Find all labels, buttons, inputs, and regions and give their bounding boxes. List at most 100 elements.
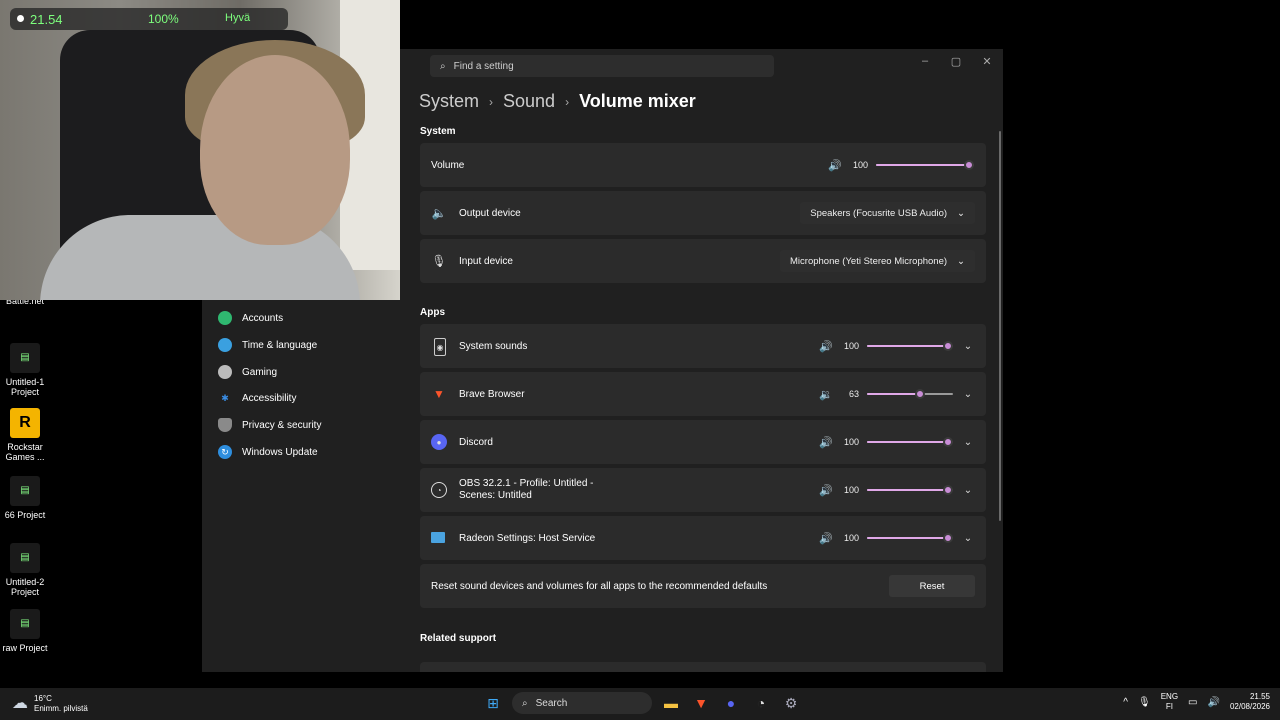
desktop-icon-label: Untitled-1 Project <box>5 377 45 397</box>
app-name: Discord <box>459 436 493 448</box>
chevron-right-icon: › <box>565 94 570 109</box>
start-button[interactable]: ⊞ <box>482 692 504 714</box>
search-icon: ⌕ <box>522 697 528 709</box>
related-support-row[interactable] <box>420 662 986 672</box>
app-volume-slider[interactable] <box>867 531 953 545</box>
speaker-icon[interactable]: 🔊 <box>819 484 833 497</box>
app-volume-value: 100 <box>843 533 859 543</box>
nav-item-accessibility[interactable]: ✱ Accessibility <box>218 387 296 409</box>
expand-chevron-icon[interactable]: ⌄ <box>961 341 975 352</box>
scrollbar[interactable] <box>999 131 1001 521</box>
output-device-dropdown[interactable]: Speakers (Focusrite USB Audio) ⌄ <box>800 202 975 224</box>
weather-widget[interactable]: ☁ 16°C Enimm. pilvistä <box>12 694 88 714</box>
chevron-right-icon: › <box>489 94 494 109</box>
language-indicator[interactable]: ENG FI <box>1161 692 1178 712</box>
desktop-icon-untitled1[interactable]: ▤ Untitled-1 Project <box>0 343 55 397</box>
minimize-button[interactable]: – <box>917 55 933 67</box>
refresh-icon: ↻ <box>218 445 232 459</box>
microphone-icon[interactable]: 🎙 <box>1138 697 1151 708</box>
nav-item-gaming[interactable]: Gaming <box>218 361 277 383</box>
maximize-button[interactable]: ▢ <box>948 55 964 68</box>
microphone-icon: 🎙 <box>431 254 447 268</box>
discord-icon[interactable]: ● <box>720 692 742 714</box>
desktop-icon-raw-project[interactable]: ▤ raw Project <box>0 609 55 653</box>
speaker-icon[interactable]: 🔊 <box>819 532 833 545</box>
breadcrumb-sound[interactable]: Sound <box>503 91 555 112</box>
desktop-icon-rockstar[interactable]: R Rockstar Games ... <box>0 408 55 462</box>
app-volume-slider[interactable] <box>867 483 953 497</box>
app-name: System sounds <box>459 340 528 352</box>
weather-temp: 16°C <box>34 694 52 703</box>
nav-item-label: Gaming <box>242 366 278 378</box>
app-row-system-sounds: ◉ System sounds 🔊 100 ⌄ <box>420 324 986 368</box>
radeon-icon <box>431 532 445 543</box>
speaker-icon[interactable]: 🔉 <box>819 388 833 401</box>
settings-gear-icon[interactable]: ⚙ <box>780 692 802 714</box>
volume-row: Volume 🔊 100 <box>420 143 986 187</box>
breadcrumb-system[interactable]: System <box>419 91 479 112</box>
app-volume-value: 100 <box>843 437 859 447</box>
search-input[interactable]: ⌕ Find a setting <box>430 55 774 77</box>
desktop-icon-66-project[interactable]: ▤ 66 Project <box>0 476 55 520</box>
speaker-icon[interactable]: 🔊 <box>1208 697 1220 708</box>
taskbar-search[interactable]: ⌕ Search <box>512 692 652 714</box>
discord-icon: ● <box>431 434 447 450</box>
brave-icon[interactable]: ▼ <box>690 692 712 714</box>
speaker-icon[interactable]: 🔊 <box>828 159 842 172</box>
speaker-icon: 🔈 <box>431 206 447 220</box>
speaker-icon[interactable]: 🔊 <box>819 340 833 353</box>
file-explorer-icon[interactable]: ▬ <box>660 692 682 714</box>
obs-icon[interactable]: ◔ <box>750 692 772 714</box>
app-volume-slider[interactable] <box>867 339 953 353</box>
search-icon: ⌕ <box>440 60 446 72</box>
app-row-obs: ◔ OBS 32.2.1 - Profile: Untitled - Scene… <box>420 468 986 512</box>
chevron-down-icon: ⌄ <box>957 207 965 219</box>
app-volume-value: 100 <box>843 485 859 495</box>
input-device-dropdown[interactable]: Microphone (Yeti Stereo Microphone) ⌄ <box>780 250 975 272</box>
output-device-row: 🔈 Output device Speakers (Focusrite USB … <box>420 191 986 235</box>
breadcrumb: System › Sound › Volume mixer <box>419 91 696 112</box>
rockstar-icon: R <box>10 408 40 438</box>
network-icon[interactable]: ▭ <box>1188 697 1197 708</box>
desktop-icon-label: Untitled-2 Project <box>5 577 45 597</box>
keyboard-layout: FI <box>1165 702 1173 711</box>
speaker-icon[interactable]: 🔊 <box>819 436 833 449</box>
nav-item-time-language[interactable]: Time & language <box>218 334 317 356</box>
master-volume-slider[interactable] <box>876 158 974 172</box>
desktop-icon-untitled2[interactable]: ▤ Untitled-2 Project <box>0 543 55 597</box>
reset-button[interactable]: Reset <box>889 575 975 597</box>
input-device-value: Microphone (Yeti Stereo Microphone) <box>790 255 948 267</box>
section-heading-apps: Apps <box>420 307 445 318</box>
clock-time: 21.55 <box>1249 692 1270 701</box>
expand-chevron-icon[interactable]: ⌄ <box>961 389 975 400</box>
app-row-brave: ▼ Brave Browser 🔉 63 ⌄ <box>420 372 986 416</box>
settings-window: ⌕ Find a setting – ▢ ✕ System › Sound › … <box>400 49 1003 672</box>
app-name: Brave Browser <box>459 388 525 400</box>
expand-chevron-icon[interactable]: ⌄ <box>961 485 975 496</box>
output-device-label: Output device <box>459 207 521 219</box>
taskbar-search-label: Search <box>535 697 568 709</box>
close-button[interactable]: ✕ <box>979 55 995 68</box>
taskbar: ☁ 16°C Enimm. pilvistä ⊞ ⌕ Search ▬ ▼ ● … <box>0 688 1280 720</box>
phone-time: 21.54 <box>30 12 63 27</box>
project-file-icon: ▤ <box>10 543 40 573</box>
app-row-discord: ● Discord 🔊 100 ⌄ <box>420 420 986 464</box>
app-volume-slider[interactable] <box>867 435 953 449</box>
desktop-icon-label: raw Project <box>2 643 48 653</box>
expand-chevron-icon[interactable]: ⌄ <box>961 533 975 544</box>
nav-item-accounts[interactable]: Accounts <box>218 307 283 329</box>
chevron-up-icon[interactable]: ^ <box>1123 697 1128 708</box>
nav-item-windows-update[interactable]: ↻ Windows Update <box>218 441 318 463</box>
page-title: Volume mixer <box>579 91 696 111</box>
obs-icon: ◔ <box>431 482 447 498</box>
input-device-row: 🎙 Input device Microphone (Yeti Stereo M… <box>420 239 986 283</box>
expand-chevron-icon[interactable]: ⌄ <box>961 437 975 448</box>
record-dot-icon <box>17 15 24 22</box>
system-tray: ^ 🎙 ENG FI ▭ 🔊 21.55 02/08/2026 <box>1123 692 1270 712</box>
settings-nav-panel: Accounts Time & language Gaming ✱ Access… <box>202 300 400 672</box>
person-icon <box>218 311 232 325</box>
brave-icon: ▼ <box>433 387 445 401</box>
clock[interactable]: 21.55 02/08/2026 <box>1230 692 1270 712</box>
nav-item-privacy-security[interactable]: Privacy & security <box>218 414 321 436</box>
app-volume-slider[interactable] <box>867 387 953 401</box>
